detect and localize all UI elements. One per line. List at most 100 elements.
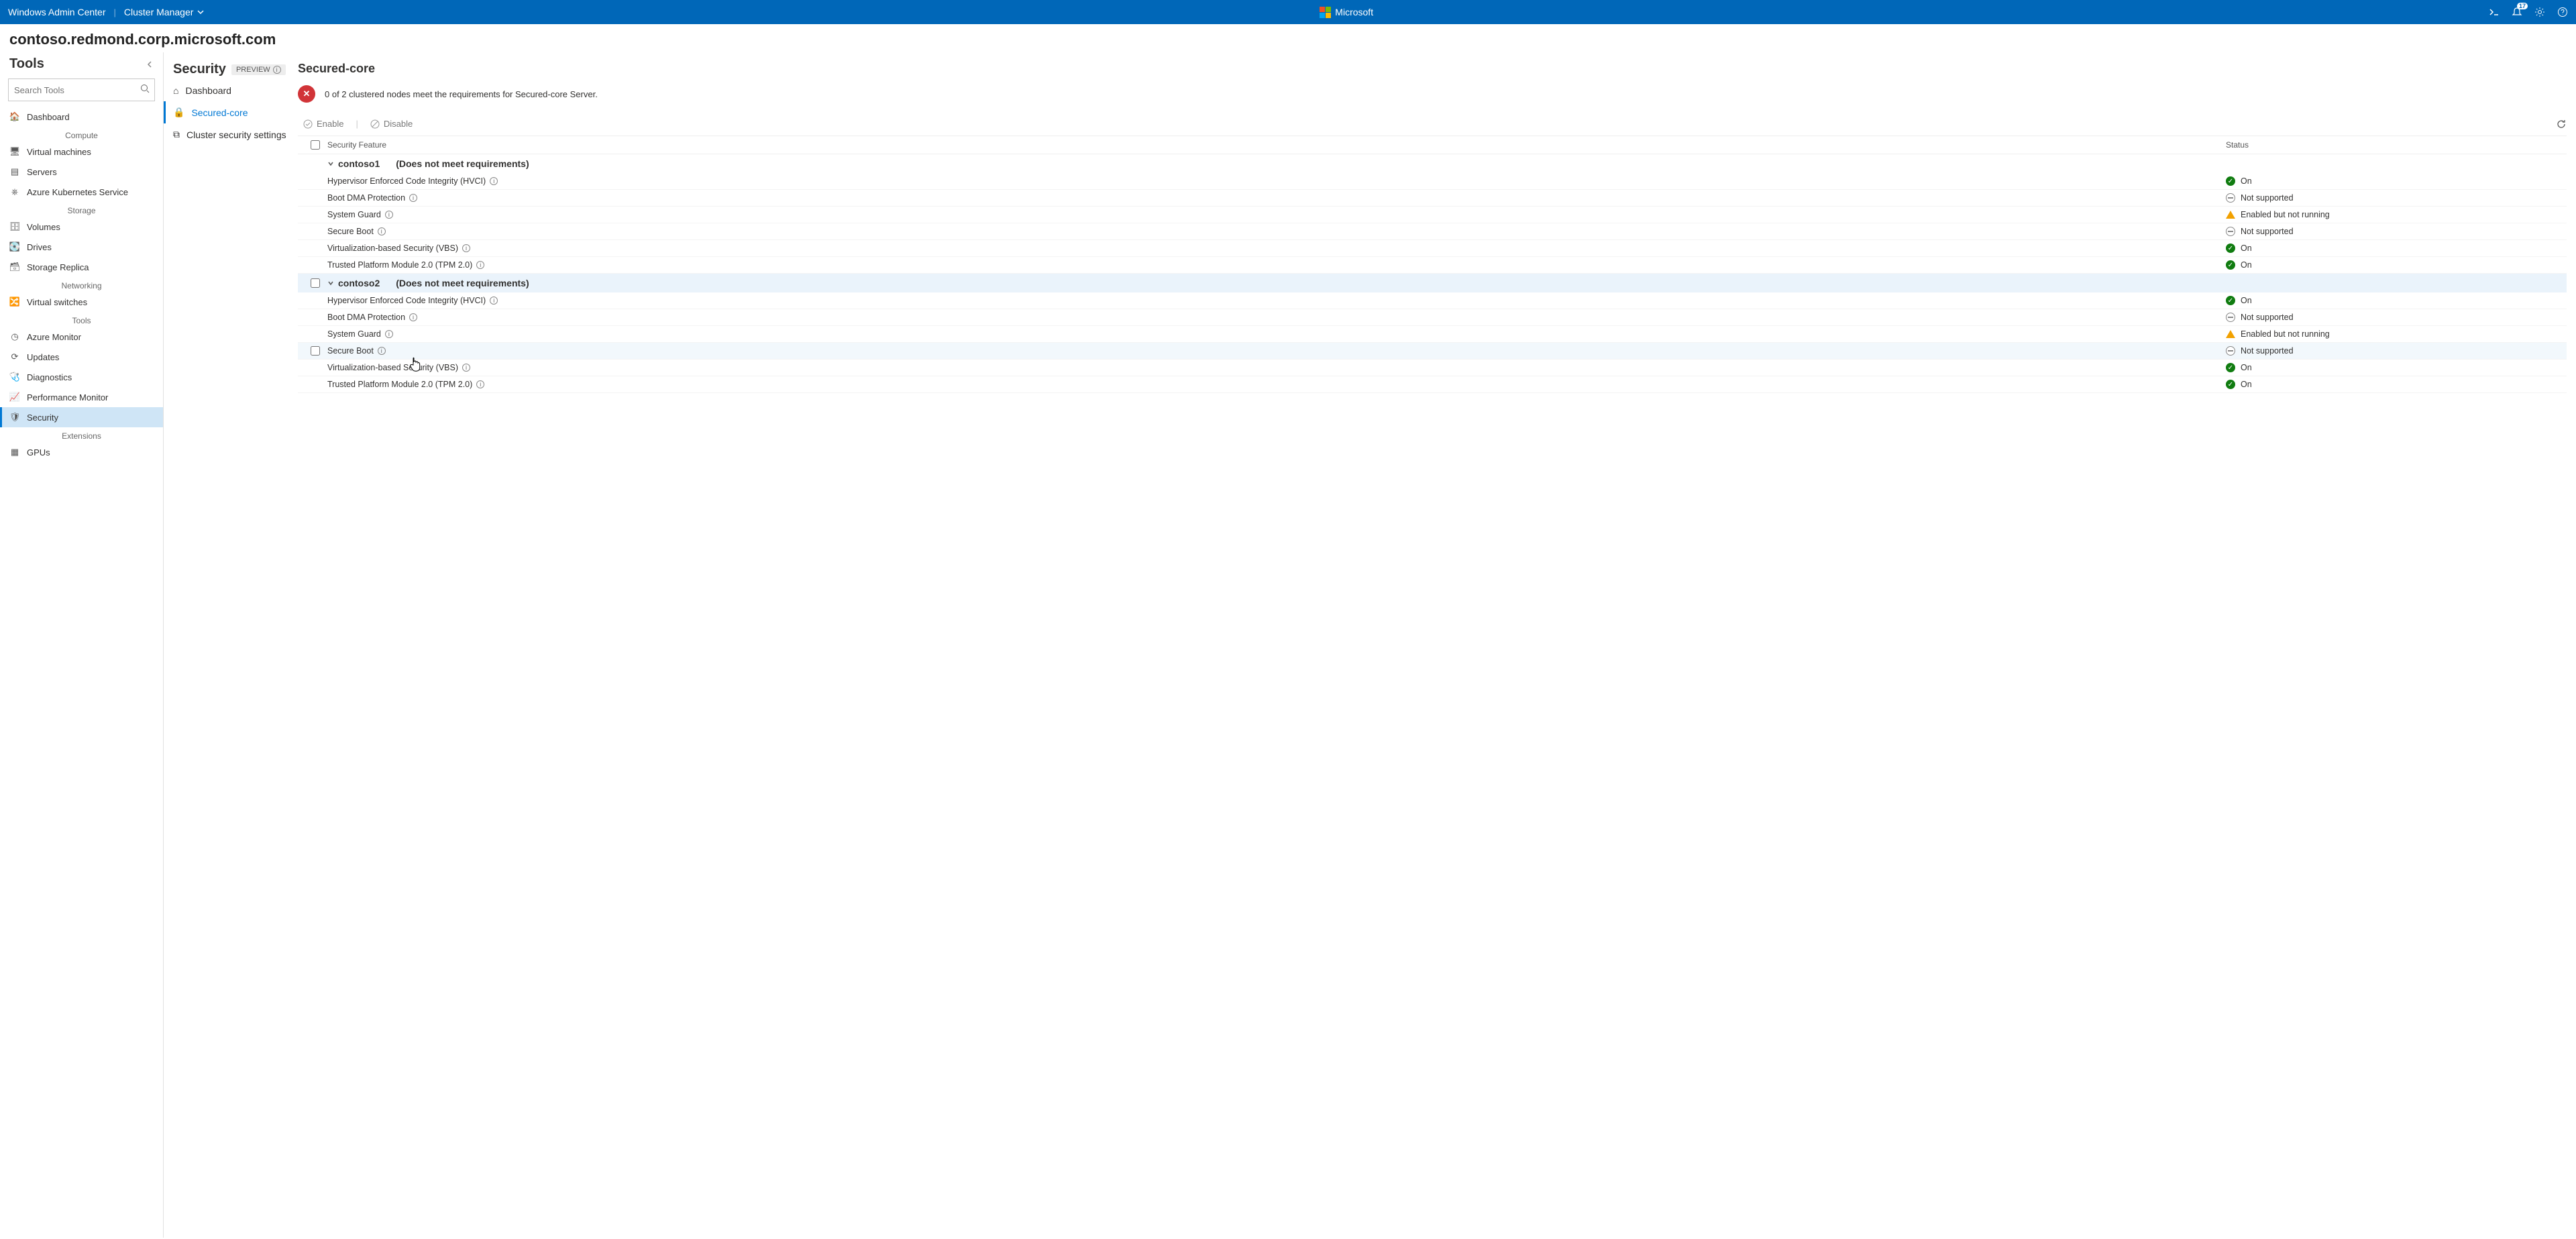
sidebar-item-storage-replica[interactable]: 🗃Storage Replica — [0, 257, 163, 277]
feature-row[interactable]: Secure BootiNot supported — [298, 223, 2567, 240]
subnav-item-dashboard[interactable]: ⌂Dashboard — [164, 80, 298, 101]
product-name[interactable]: Windows Admin Center — [8, 7, 106, 17]
subnav-item-secured-core[interactable]: 🔒Secured-core — [164, 101, 298, 123]
subnav-item-label: Secured-core — [191, 107, 248, 118]
cloud-shell-icon[interactable] — [2489, 7, 2500, 17]
subnav-item-cluster-security-settings[interactable]: ⧉Cluster security settings — [164, 123, 298, 146]
column-feature[interactable]: Security Feature — [327, 140, 2226, 150]
section-title: Secured-core — [298, 62, 2567, 76]
status-text: On — [2241, 260, 2252, 270]
performance-monitor-icon: 📈 — [9, 392, 20, 402]
collapse-sidebar-button[interactable] — [146, 60, 154, 68]
feature-row[interactable]: Boot DMA ProtectioniNot supported — [298, 309, 2567, 326]
sidebar-item-label: GPUs — [27, 447, 50, 457]
node-requirement-badge: (Does not meet requirements) — [396, 278, 529, 288]
feature-row[interactable]: Trusted Platform Module 2.0 (TPM 2.0)i✓O… — [298, 376, 2567, 393]
sidebar-item-security[interactable]: 🛡Security — [0, 407, 163, 427]
enable-button[interactable]: Enable — [298, 116, 349, 131]
feature-row[interactable]: Hypervisor Enforced Code Integrity (HVCI… — [298, 292, 2567, 309]
status-on-icon: ✓ — [2226, 296, 2235, 305]
sidebar-item-label: Dashboard — [27, 112, 70, 122]
drives-icon: 💽 — [9, 241, 20, 252]
sidebar-item-dashboard[interactable]: 🏠Dashboard — [0, 107, 163, 127]
sidebar-item-azure-monitor[interactable]: ◷Azure Monitor — [0, 327, 163, 347]
sidebar-item-drives[interactable]: 💽 Drives — [0, 237, 163, 257]
info-icon[interactable]: i — [490, 297, 498, 305]
info-icon[interactable]: i — [378, 347, 386, 355]
tools-sidebar: Tools 🏠DashboardCompute🖥Virtual machines… — [0, 52, 164, 1238]
sidebar-item-label: Azure Kubernetes Service — [27, 187, 128, 197]
info-icon[interactable]: i — [409, 313, 417, 321]
chevron-down-icon[interactable] — [327, 280, 334, 286]
info-icon[interactable]: i — [476, 261, 484, 269]
chevron-down-icon[interactable] — [327, 160, 334, 167]
feature-row[interactable]: Hypervisor Enforced Code Integrity (HVCI… — [298, 173, 2567, 190]
azure-kubernetes-service-icon: ⎈ — [9, 186, 20, 197]
block-icon — [370, 119, 380, 129]
column-status[interactable]: Status — [2226, 140, 2561, 150]
status-text: Enabled but not running — [2241, 210, 2330, 219]
info-icon[interactable]: i — [476, 380, 484, 388]
feature-row[interactable]: Virtualization-based Security (VBS)i✓On — [298, 360, 2567, 376]
sidebar-item-updates[interactable]: ⟳Updates — [0, 347, 163, 367]
sidebar-item-label: Azure Monitor — [27, 332, 81, 342]
top-bar: Windows Admin Center | Cluster Manager M… — [0, 0, 2576, 24]
sidebar-item-azure-kubernetes-service[interactable]: ⎈ Azure Kubernetes Service — [0, 182, 163, 202]
feature-name: System Guard — [327, 329, 381, 339]
feature-row[interactable]: Secure BootiNot supported — [298, 343, 2567, 360]
node-row[interactable]: contoso1(Does not meet requirements) — [298, 154, 2567, 173]
notifications-icon[interactable]: 17 — [2512, 7, 2522, 17]
status-warning-icon — [2226, 211, 2235, 219]
security-subnav: Security PREVIEW i ⌂Dashboard🔒Secured-co… — [164, 52, 298, 1238]
info-icon[interactable]: i — [409, 194, 417, 202]
feature-name: Boot DMA Protection — [327, 313, 405, 322]
disable-label: Disable — [384, 119, 413, 129]
chevron-down-icon — [197, 9, 204, 15]
sidebar-item-servers[interactable]: ▤Servers — [0, 162, 163, 182]
sidebar-item-gpus[interactable]: ▦GPUs — [0, 442, 163, 462]
subnav-item-label: Dashboard — [185, 85, 231, 96]
sidebar-item-label: Drives — [27, 242, 52, 252]
feature-row[interactable]: System GuardiEnabled but not running — [298, 326, 2567, 343]
feature-row[interactable]: Trusted Platform Module 2.0 (TPM 2.0)i✓O… — [298, 257, 2567, 274]
info-icon[interactable]: i — [462, 244, 470, 252]
divider: | — [114, 7, 116, 17]
feature-name: Hypervisor Enforced Code Integrity (HVCI… — [327, 176, 486, 186]
diagnostics-icon: 🩺 — [9, 372, 20, 382]
refresh-button[interactable] — [2556, 119, 2567, 129]
status-on-icon: ✓ — [2226, 244, 2235, 253]
sidebar-item-virtual-machines[interactable]: 🖥Virtual machines — [0, 142, 163, 162]
status-text: On — [2241, 363, 2252, 372]
feature-row[interactable]: System GuardiEnabled but not running — [298, 207, 2567, 223]
node-row[interactable]: contoso2(Does not meet requirements) — [298, 274, 2567, 292]
virtual-switches-icon: 🔀 — [9, 297, 20, 307]
feature-row[interactable]: Virtualization-based Security (VBS)i✓On — [298, 240, 2567, 257]
sidebar-item-virtual-switches[interactable]: 🔀Virtual switches — [0, 292, 163, 312]
status-text: Not supported — [2241, 193, 2294, 203]
sidebar-item-diagnostics[interactable]: 🩺Diagnostics — [0, 367, 163, 387]
feature-name: Secure Boot — [327, 227, 374, 236]
check-circle-icon — [303, 119, 313, 129]
sidebar-item-volumes[interactable]: 🗄Volumes — [0, 217, 163, 237]
row-checkbox[interactable] — [311, 346, 320, 356]
settings-icon[interactable] — [2534, 7, 2545, 17]
disable-button[interactable]: Disable — [365, 116, 418, 131]
info-icon[interactable]: i — [462, 364, 470, 372]
info-icon[interactable]: i — [490, 177, 498, 185]
tools-title: Tools — [9, 56, 44, 72]
refresh-icon — [2556, 119, 2567, 129]
info-icon[interactable]: i — [378, 227, 386, 235]
context-switcher[interactable]: Cluster Manager — [124, 7, 205, 17]
help-icon[interactable] — [2557, 7, 2568, 17]
feature-row[interactable]: Boot DMA ProtectioniNot supported — [298, 190, 2567, 207]
select-all-checkbox[interactable] — [311, 140, 320, 150]
row-checkbox[interactable] — [311, 278, 320, 288]
sidebar-item-performance-monitor[interactable]: 📈Performance Monitor — [0, 387, 163, 407]
search-tools-input[interactable] — [8, 78, 155, 101]
breadcrumb: contoso.redmond.corp.microsoft.com — [0, 24, 2576, 52]
info-icon[interactable]: i — [385, 211, 393, 219]
status-not-supported-icon — [2226, 227, 2235, 236]
search-icon — [140, 84, 150, 93]
info-icon[interactable]: i — [385, 330, 393, 338]
info-icon[interactable]: i — [273, 66, 281, 74]
